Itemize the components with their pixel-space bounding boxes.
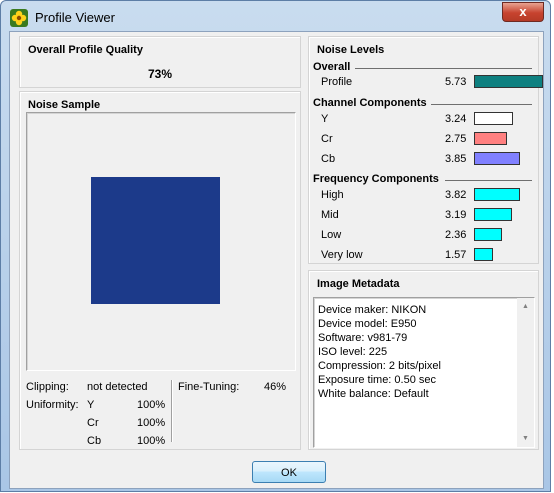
- channel-section-rule: [431, 104, 532, 105]
- uniformity-channel-cb: Cb: [87, 435, 102, 447]
- metadata-line: Device maker: NIKON: [318, 304, 427, 316]
- metadata-text-box[interactable]: Device maker: NIKON Device model: E950 Sof…: [313, 297, 535, 448]
- fine-tuning-label: Fine-Tuning:: [178, 381, 240, 393]
- noise-value-cb: 3.85: [445, 153, 467, 165]
- noise-label-profile: Profile: [321, 76, 353, 88]
- scroll-up-arrow-icon[interactable]: ▲: [517, 298, 534, 315]
- uniformity-value-cr: 100%: [137, 417, 166, 429]
- fine-tuning-value: 46%: [264, 381, 287, 393]
- uniformity-value-y: 100%: [137, 399, 166, 411]
- close-icon: x: [519, 4, 527, 19]
- clipping-value: not detected: [87, 381, 148, 393]
- uniformity-channel-y: Y: [87, 399, 95, 411]
- image-metadata-heading: Image Metadata: [317, 278, 400, 290]
- noise-value-profile: 5.73: [445, 76, 467, 88]
- noise-sample-heading: Noise Sample: [28, 99, 101, 111]
- dialog-client-area: Overall Profile Quality 73% Noise Sample…: [9, 31, 544, 489]
- close-button[interactable]: x: [502, 2, 544, 22]
- metadata-line: Compression: 2 bits/pixel: [318, 360, 441, 372]
- title-bar[interactable]: Profile Viewer x: [1, 1, 550, 31]
- frequency-section-heading: Frequency Components: [313, 173, 439, 185]
- noise-bar-high: [474, 188, 520, 201]
- overall-quality-value: 73%: [147, 67, 173, 81]
- metadata-line: ISO level: 225: [318, 346, 388, 358]
- overall-section-heading: Overall: [313, 61, 351, 73]
- noise-levels-heading: Noise Levels: [317, 44, 385, 56]
- noise-label-y: Y: [321, 113, 329, 125]
- overall-quality-group: Overall Profile Quality 73%: [19, 36, 301, 88]
- noise-bar-mid: [474, 208, 512, 221]
- metadata-line: White balance: Default: [318, 388, 429, 400]
- uniformity-value-cb: 100%: [137, 435, 166, 447]
- uniformity-channel-cr: Cr: [87, 417, 99, 429]
- scroll-down-arrow-icon[interactable]: ▼: [517, 430, 534, 447]
- profile-viewer-window: Profile Viewer x Overall Profile Quality…: [0, 0, 551, 492]
- noise-label-cr: Cr: [321, 133, 333, 145]
- noise-sample-swatch: [91, 177, 220, 304]
- noise-value-y: 3.24: [445, 113, 467, 125]
- noise-bar-cb: [474, 152, 520, 165]
- window-title: Profile Viewer: [35, 10, 115, 25]
- noise-bar-y: [474, 112, 513, 125]
- noise-levels-group: Noise Levels Overall Profile 5.73 Channe…: [308, 36, 543, 264]
- metadata-lines: Device maker: NIKON Device model: E950 Sof…: [318, 303, 441, 401]
- clipping-label: Clipping:: [26, 381, 69, 393]
- noise-bar-very-low: [474, 248, 493, 261]
- fine-tuning-divider: [171, 380, 173, 442]
- noise-value-cr: 2.75: [445, 133, 467, 145]
- noise-sample-group: Noise Sample Clipping: not detected Unif…: [19, 91, 301, 450]
- noise-value-very-low: 1.57: [445, 249, 467, 261]
- overall-quality-heading: Overall Profile Quality: [28, 44, 143, 56]
- noise-value-high: 3.82: [445, 189, 467, 201]
- noise-sample-frame: [26, 112, 296, 371]
- noise-label-high: High: [321, 189, 344, 201]
- metadata-line: Exposure time: 0.50 sec: [318, 374, 437, 386]
- frequency-section-rule: [445, 180, 532, 181]
- app-flower-icon: [10, 9, 28, 27]
- channel-section-heading: Channel Components: [313, 97, 427, 109]
- overall-section-rule: [355, 68, 532, 69]
- noise-bar-profile: [474, 75, 543, 88]
- metadata-line: Device model: E950: [318, 318, 417, 330]
- noise-label-very-low: Very low: [321, 249, 363, 261]
- noise-value-mid: 3.19: [445, 209, 467, 221]
- noise-label-low: Low: [321, 229, 342, 241]
- noise-label-cb: Cb: [321, 153, 336, 165]
- metadata-line: Software: v981-79: [318, 332, 408, 344]
- noise-bar-low: [474, 228, 502, 241]
- noise-value-low: 2.36: [445, 229, 467, 241]
- metadata-scrollbar[interactable]: ▲ ▼: [517, 298, 534, 447]
- noise-bar-cr: [474, 132, 507, 145]
- uniformity-label: Uniformity:: [26, 399, 79, 411]
- image-metadata-group: Image Metadata Device maker: NIKON Device…: [308, 270, 539, 450]
- noise-label-mid: Mid: [321, 209, 339, 221]
- ok-button[interactable]: OK: [252, 461, 326, 483]
